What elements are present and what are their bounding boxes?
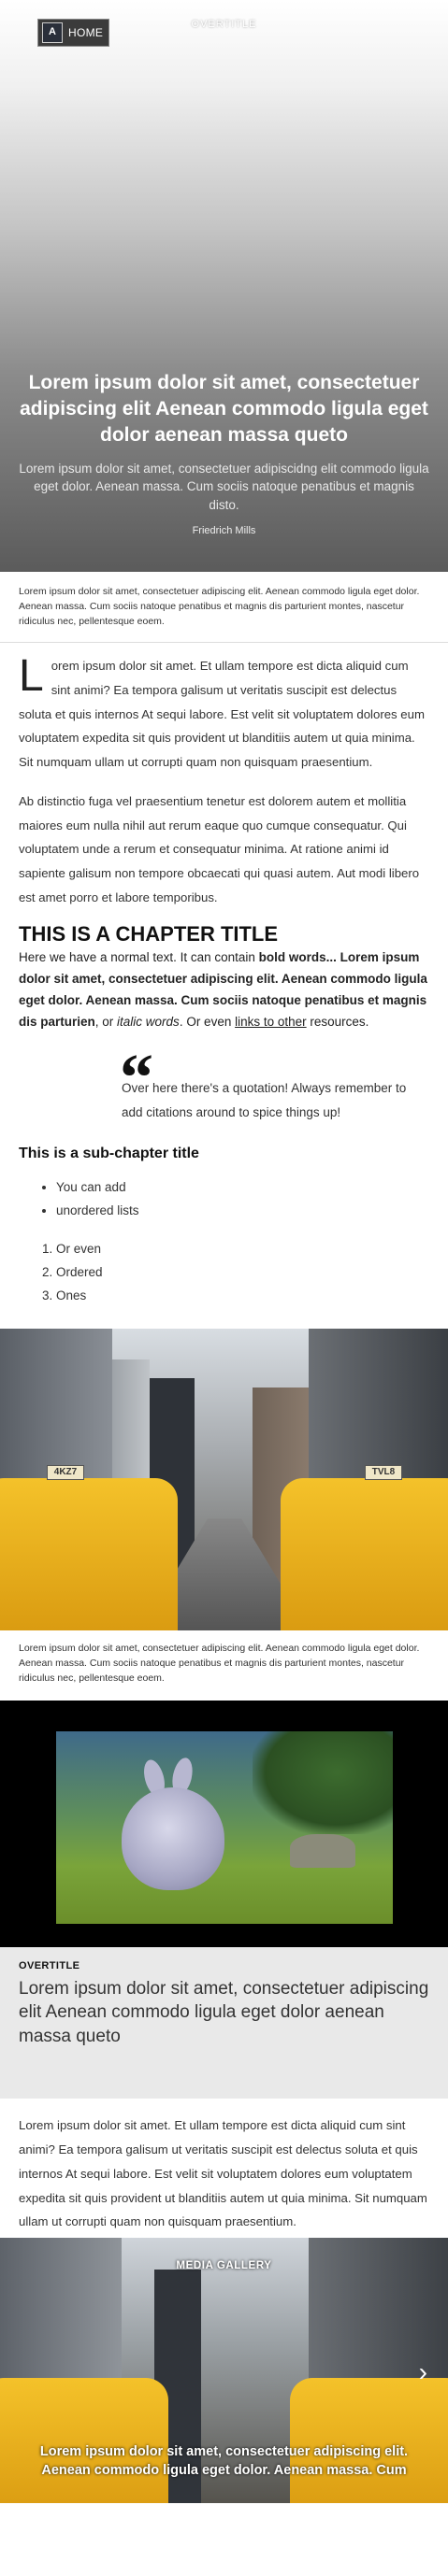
- overtitle-section: OVERTITLE Lorem ipsum dolor sit amet, co…: [0, 1947, 448, 2099]
- hero-overtitle: OVERTITLE: [191, 19, 257, 30]
- rich-text-paragraph: Here we have a normal text. It can conta…: [19, 947, 429, 1033]
- quotation-block: “ Over here there's a quotation! Always …: [120, 1040, 429, 1126]
- city-taxi-image: 4KZ7 TVL8: [0, 1329, 448, 1631]
- paragraph-1-text: orem ipsum dolor sit amet. Et ullam temp…: [19, 659, 425, 770]
- cab-sign-right: TVL8: [365, 1465, 402, 1481]
- article-body-2: Lorem ipsum dolor sit amet. Et ullam tem…: [0, 2099, 448, 2238]
- overtitle-label: OVERTITLE: [19, 1960, 80, 1972]
- quote-text: Over here there's a quotation! Always re…: [122, 1080, 407, 1120]
- gallery-label: MEDIA GALLERY: [176, 2260, 272, 2272]
- hero-title: Lorem ipsum dolor sit amet, consectetuer…: [20, 372, 428, 446]
- media-gallery[interactable]: MEDIA GALLERY › Lorem ipsum dolor sit am…: [0, 2238, 448, 2504]
- article-paragraph-3: Lorem ipsum dolor sit amet. Et ullam tem…: [19, 2118, 427, 2229]
- taxi-left: 4KZ7: [0, 1465, 178, 1631]
- resource-link[interactable]: links to other: [235, 1015, 307, 1029]
- list-item: Ordered: [56, 1261, 429, 1285]
- dropcap-letter: L: [19, 651, 44, 702]
- hero-text-block: Lorem ipsum dolor sit amet, consectetuer…: [19, 370, 429, 540]
- video-player[interactable]: [0, 1701, 448, 1948]
- list-item: Or even: [56, 1238, 429, 1261]
- article-body: Lorem ipsum dolor sit amet. Et ullam tem…: [0, 654, 448, 1308]
- normal-text-2: , or: [94, 1015, 118, 1029]
- hero-section: A HOME OVERTITLE Lorem ipsum dolor sit a…: [0, 0, 448, 572]
- video-frame[interactable]: [56, 1731, 393, 1925]
- hero-author: Friedrich Mills: [192, 525, 256, 537]
- gallery-taxi-right: [290, 2378, 448, 2504]
- list-item: unordered lists: [56, 1200, 429, 1223]
- unordered-list: You can add unordered lists: [56, 1176, 429, 1223]
- normal-text-4: resources.: [306, 1015, 369, 1029]
- gallery-title: Lorem ipsum dolor sit amet, consectetuer…: [39, 2444, 409, 2478]
- taxi-right: TVL8: [281, 1465, 448, 1631]
- ordered-list: Or even Ordered Ones: [56, 1238, 429, 1308]
- subchapter-title: This is a sub-chapter title: [19, 1145, 199, 1161]
- article-paragraph-2: Ab distinctio fuga vel praesentium tenet…: [19, 793, 420, 904]
- normal-text-3: . Or even: [179, 1015, 236, 1029]
- gallery-taxi-left: [0, 2378, 168, 2504]
- tree-foliage: [253, 1731, 393, 1835]
- hero-caption: Lorem ipsum dolor sit amet, consectetuer…: [0, 572, 448, 644]
- gallery-next-arrow-icon[interactable]: ›: [419, 2359, 427, 2385]
- article-paragraph-1: Lorem ipsum dolor sit amet. Et ullam tem…: [19, 654, 429, 775]
- normal-text-1: Here we have a normal text. It can conta…: [19, 950, 259, 965]
- rock-shape: [290, 1834, 355, 1869]
- bunny-character: [122, 1787, 224, 1891]
- cab-sign-left: 4KZ7: [47, 1465, 84, 1481]
- overtitle-heading: Lorem ipsum dolor sit amet, consectetuer…: [19, 1978, 429, 2046]
- list-item: You can add: [56, 1176, 429, 1200]
- image-caption: Lorem ipsum dolor sit amet, consectetuer…: [19, 1643, 420, 1684]
- quote-mark-icon: “: [120, 1039, 153, 1115]
- hero-subtitle: Lorem ipsum dolor sit amet, consectetuer…: [19, 461, 429, 512]
- chapter-title: THIS IS A CHAPTER TITLE: [19, 921, 279, 946]
- list-item: Ones: [56, 1285, 429, 1308]
